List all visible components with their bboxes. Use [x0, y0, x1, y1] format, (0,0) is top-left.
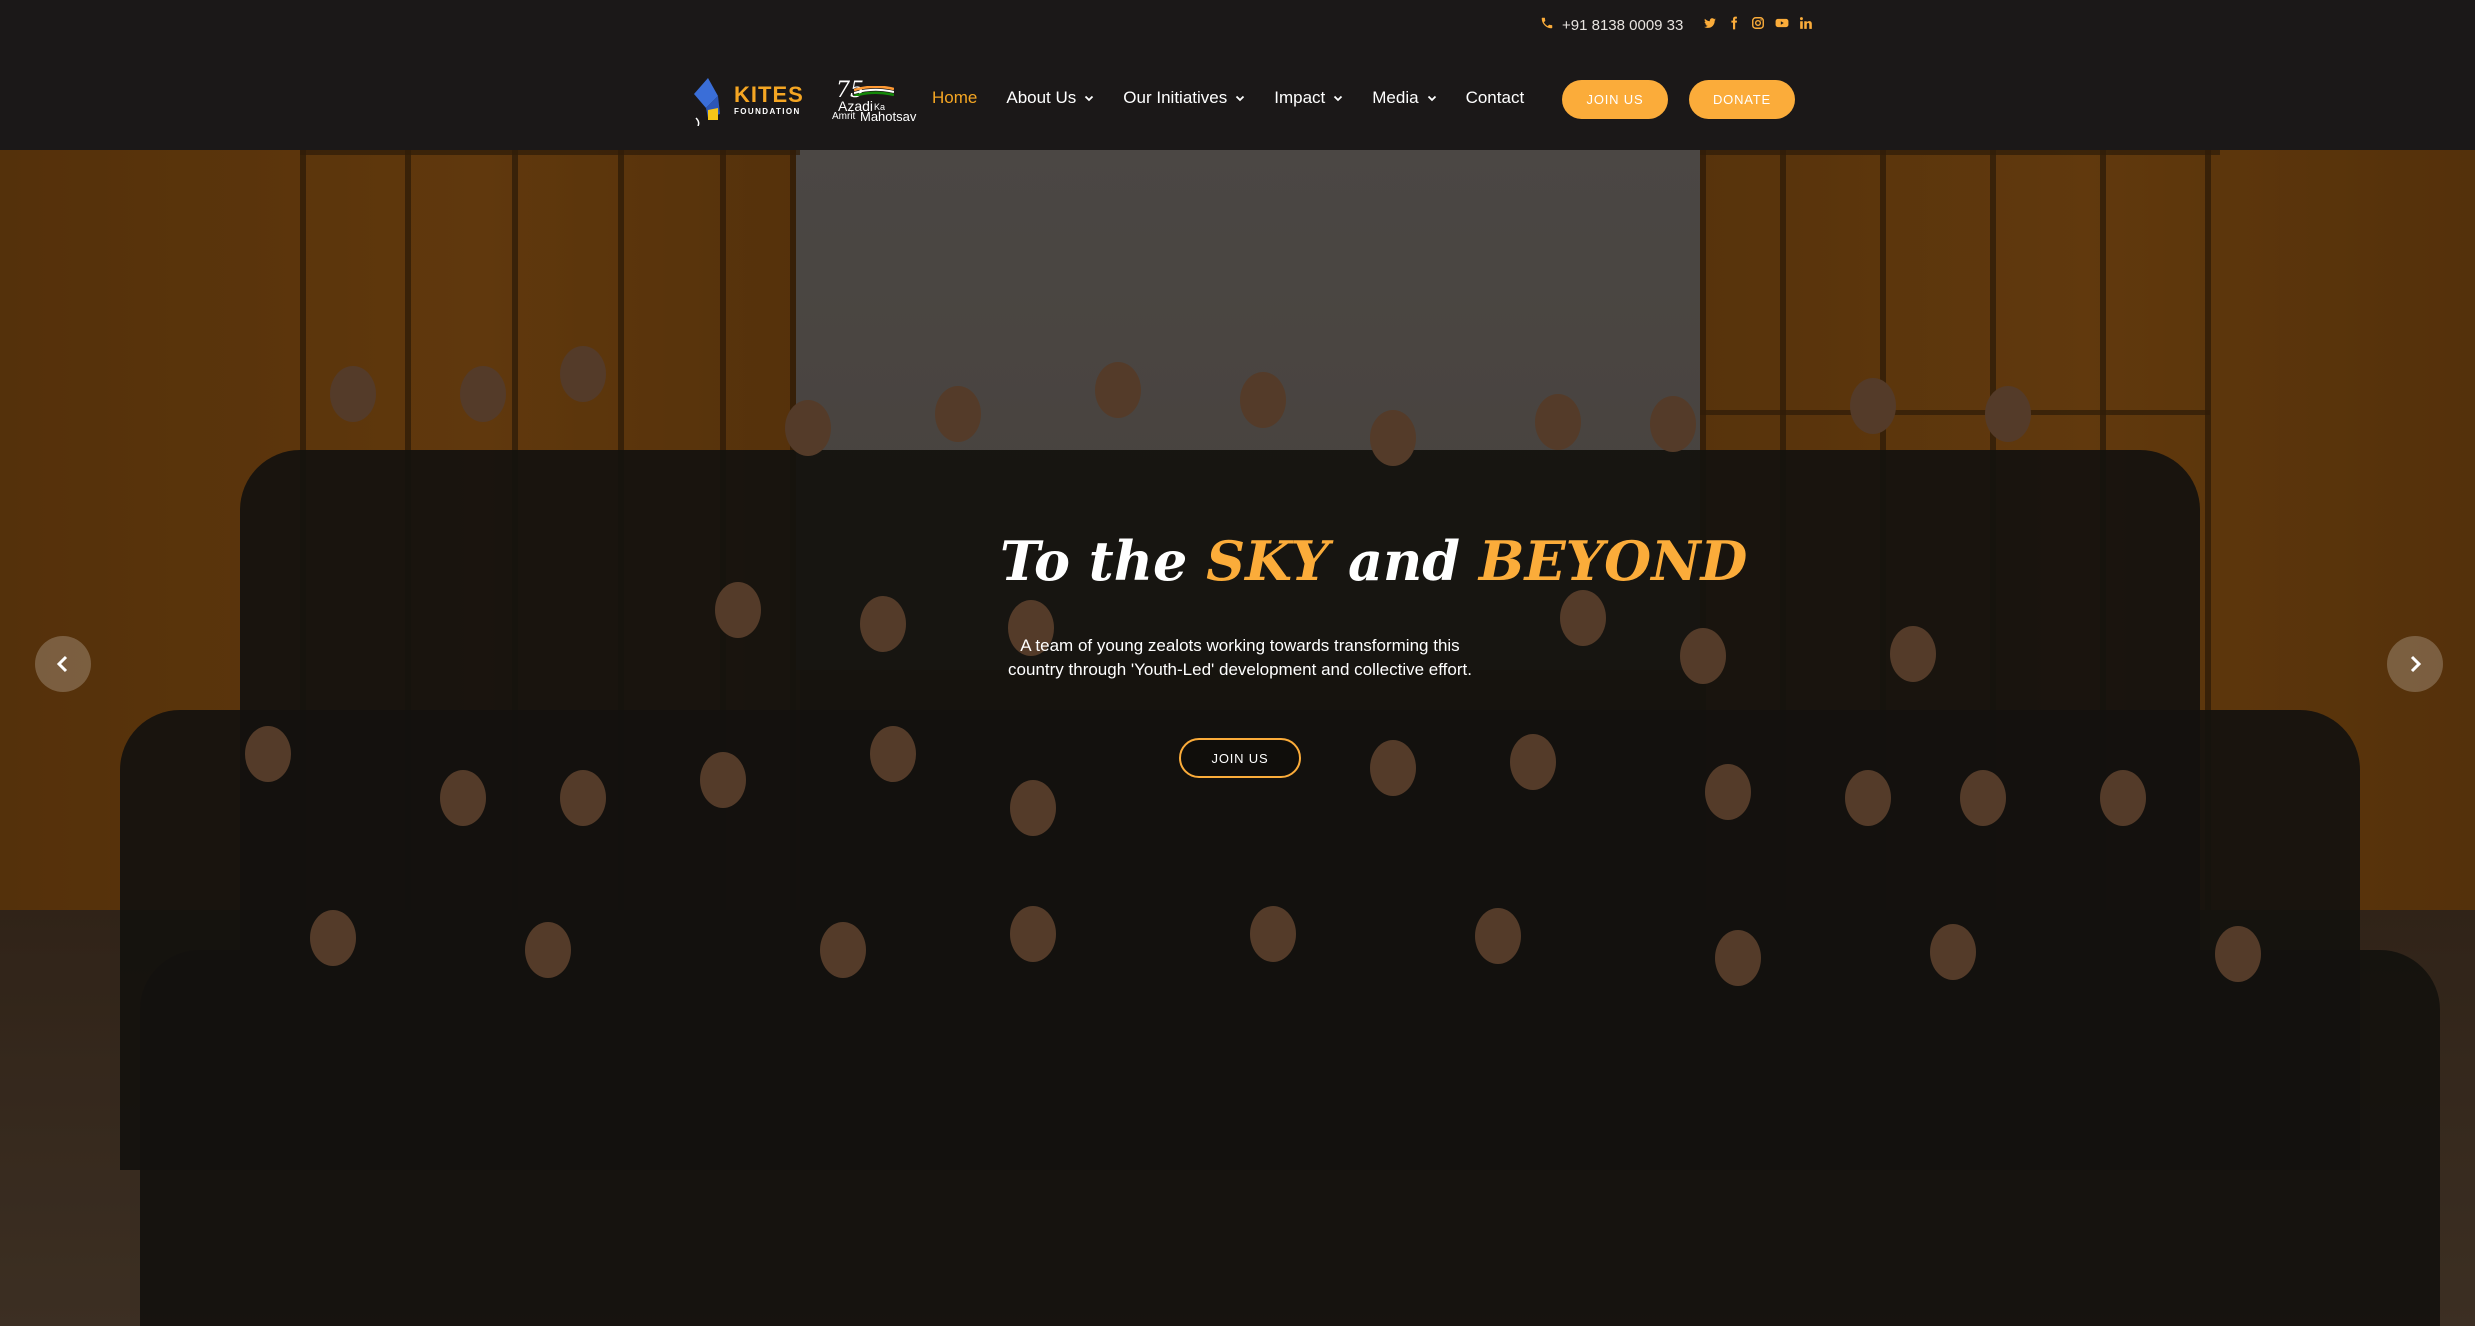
- nav-item-label: About Us: [1006, 88, 1077, 107]
- phone-icon: [1540, 16, 1554, 34]
- chevron-down-icon: [1334, 95, 1343, 102]
- headline-part-4: BEYOND: [1478, 529, 1748, 593]
- logo-subtitle-text: FOUNDATION: [734, 107, 801, 116]
- tricolor-flag-icon: [854, 86, 894, 96]
- phone-number: +91 8138 0009 33: [1562, 16, 1684, 34]
- top-bar: +91 8138 0009 33: [0, 0, 2475, 50]
- main-navigation: KITES FOUNDATION 75 Azadi Ka Amrit Mahot…: [0, 50, 2475, 150]
- instagram-icon[interactable]: [1751, 15, 1765, 31]
- nav-item-label: Impact: [1274, 88, 1326, 107]
- youtube-icon[interactable]: [1775, 15, 1789, 31]
- azadi-ka-amrit-mahotsav-badge: 75 Azadi Ka Amrit Mahotsav: [832, 78, 917, 124]
- headline-part-3: and: [1329, 529, 1479, 593]
- nav-item-home[interactable]: Home: [932, 88, 977, 108]
- nav-item-about-us[interactable]: About Us: [1006, 88, 1094, 108]
- nav-item-our-initiatives[interactable]: Our Initiatives: [1123, 88, 1245, 108]
- nav-item-contact[interactable]: Contact: [1466, 88, 1525, 108]
- slider-next-button[interactable]: [2387, 636, 2443, 692]
- logo-brand-text: KITES: [734, 82, 804, 107]
- twitter-icon[interactable]: [1703, 15, 1717, 31]
- hero-headline: To the SKY and BEYOND: [1000, 534, 1747, 588]
- hero-slider: To the SKY and BEYOND A team of young ze…: [0, 150, 2475, 1326]
- linkedin-icon[interactable]: [1799, 15, 1813, 31]
- nav-item-label: Our Initiatives: [1123, 88, 1228, 107]
- nav-item-label: Media: [1372, 88, 1419, 107]
- nav-menu: Home About Us Our Initiatives Impact Med…: [932, 88, 1553, 108]
- slider-prev-button[interactable]: [35, 636, 91, 692]
- headline-part-1: To the: [1000, 529, 1207, 593]
- chevron-down-icon: [1085, 95, 1094, 102]
- chevron-left-icon: [56, 655, 68, 673]
- nav-item-label: Home: [932, 88, 978, 107]
- phone-contact[interactable]: +91 8138 0009 33: [1540, 16, 1683, 34]
- hero-subtitle: A team of young zealots working towards …: [1008, 636, 1472, 679]
- nav-item-label: Contact: [1465, 88, 1525, 107]
- hero-join-us-button[interactable]: JOIN US: [1179, 738, 1301, 778]
- nav-item-impact[interactable]: Impact: [1274, 88, 1343, 108]
- chevron-right-icon: [2410, 655, 2422, 673]
- chevron-down-icon: [1427, 95, 1436, 102]
- kite-icon: [694, 78, 720, 126]
- donate-button[interactable]: DONATE: [1689, 80, 1795, 119]
- chevron-down-icon: [1236, 95, 1245, 102]
- badge-line-3: Amrit: [832, 111, 856, 122]
- kites-logo[interactable]: KITES FOUNDATION: [688, 74, 804, 126]
- badge-line-4: Mahotsav: [860, 109, 917, 124]
- headline-part-2: SKY: [1206, 529, 1330, 593]
- facebook-icon[interactable]: [1727, 15, 1741, 31]
- social-links: [1703, 15, 1813, 31]
- nav-item-media[interactable]: Media: [1372, 88, 1436, 108]
- join-us-button[interactable]: JOIN US: [1562, 80, 1668, 119]
